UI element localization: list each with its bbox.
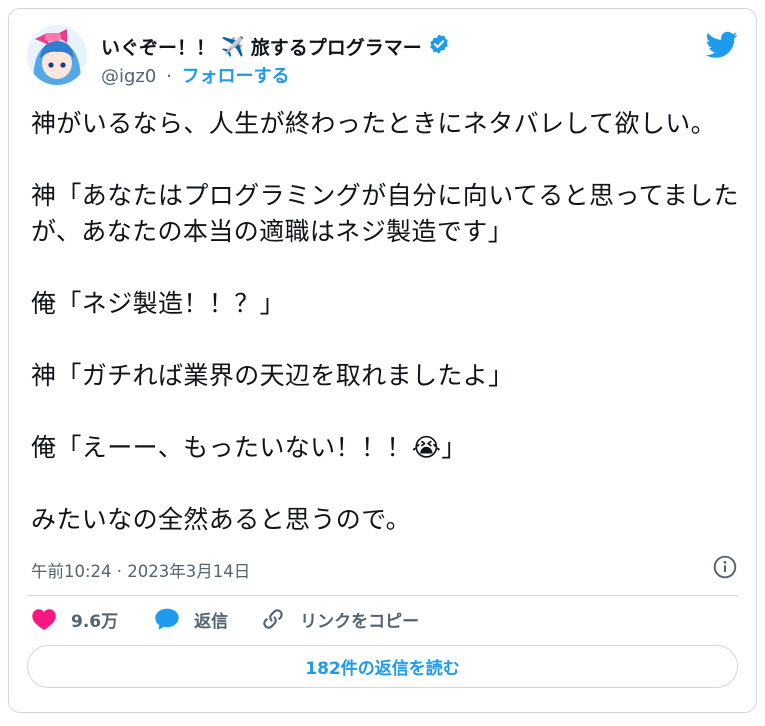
like-count: 9.6万 bbox=[71, 611, 119, 632]
reply-button[interactable]: 返信 bbox=[154, 607, 228, 632]
handle-separator: · bbox=[166, 66, 172, 87]
copy-link-button[interactable]: リンクをコピー bbox=[260, 606, 419, 632]
tweet-paragraph: 神がいるなら、人生が終わったときにネタバレして欲しい。 bbox=[31, 109, 717, 138]
reply-label: 返信 bbox=[194, 611, 229, 632]
heart-icon bbox=[32, 609, 56, 631]
tweet-timestamp[interactable]: 午前10:24 · 2023年3月14日 bbox=[31, 558, 250, 582]
copy-link-label: リンクをコピー bbox=[300, 611, 420, 632]
tweet-paragraph: 俺「えーー、もったいない！！！😭」 bbox=[31, 433, 467, 462]
avatar-image bbox=[27, 25, 87, 85]
read-replies-label: 182件の返信を読む bbox=[305, 659, 460, 679]
author-handle-row: @igz0 · フォローする bbox=[101, 62, 290, 88]
read-replies-button[interactable]: 182件の返信を読む bbox=[27, 645, 738, 688]
tweet-text: 神がいるなら、人生が終わったときにネタバレして欲しい。 神「あなたはプログラミン… bbox=[31, 106, 741, 538]
avatar[interactable] bbox=[27, 25, 87, 85]
author-name[interactable]: いぐぞー！！ bbox=[101, 33, 215, 60]
author-name-suffix[interactable]: 旅するプログラマー bbox=[251, 33, 422, 60]
info-icon[interactable] bbox=[712, 554, 738, 584]
tweet-paragraph: 神「あなたはプログラミングが自分に向いてると思ってましたが、あなたの本当の適職は… bbox=[31, 181, 739, 246]
tweet-paragraph: 神「ガチれば業界の天辺を取れましたよ」 bbox=[31, 361, 514, 390]
author-name-row[interactable]: いぐぞー！！ ✈️ 旅するプログラマー bbox=[101, 33, 450, 60]
reply-bubble-icon bbox=[155, 608, 179, 630]
verified-badge-icon bbox=[428, 33, 450, 60]
tweet-card: いぐぞー！！ ✈️ 旅するプログラマー @igz0 · フォローする 神がいるな… bbox=[8, 8, 757, 713]
divider bbox=[27, 595, 738, 596]
tweet-paragraph: 俺「ネジ製造！！？」 bbox=[31, 289, 286, 318]
tweet-paragraph: みたいなの全然あると思うので。 bbox=[31, 505, 412, 534]
link-icon bbox=[263, 609, 283, 629]
plane-emoji: ✈️ bbox=[221, 36, 245, 58]
action-bar: 9.6万 返信 リンクをコピー bbox=[31, 606, 419, 632]
follow-button[interactable]: フォローする bbox=[182, 66, 290, 87]
twitter-bird-icon[interactable] bbox=[705, 31, 738, 63]
author-handle[interactable]: @igz0 bbox=[101, 66, 156, 87]
like-button[interactable]: 9.6万 bbox=[31, 607, 118, 632]
